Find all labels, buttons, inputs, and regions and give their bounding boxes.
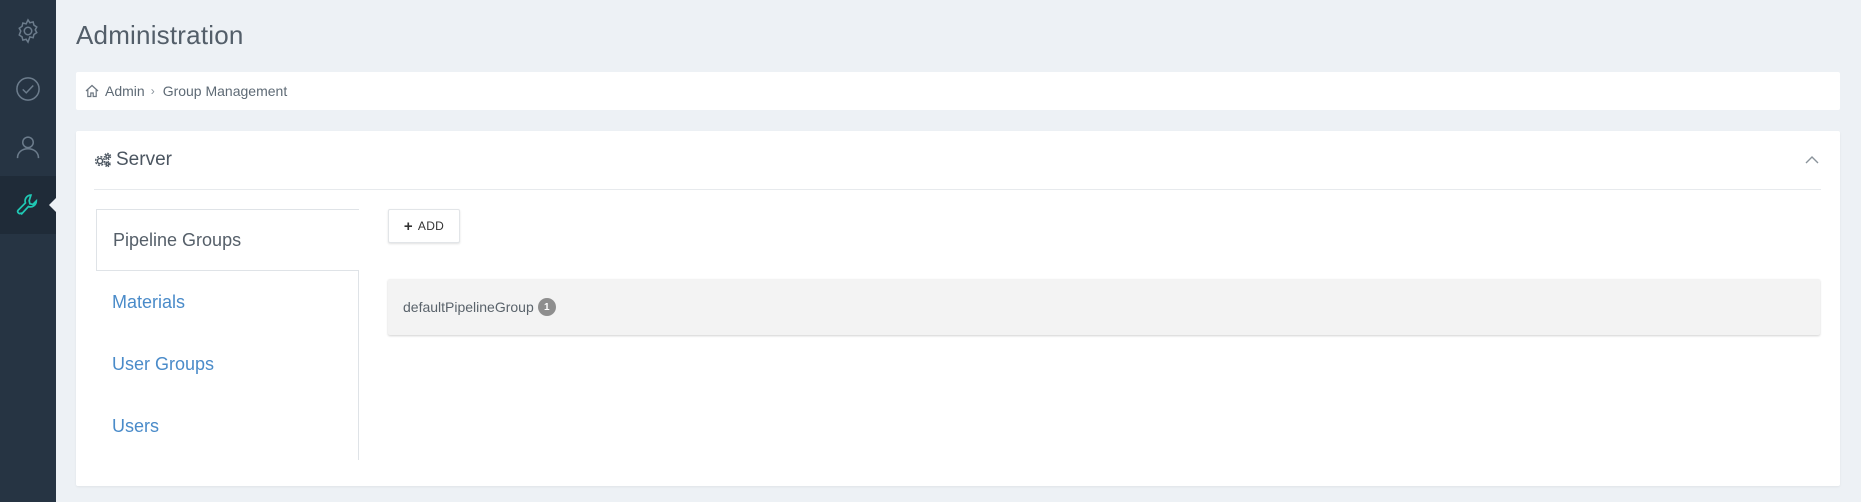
chevron-right-icon: › [150,84,155,98]
pipeline-group-row[interactable]: defaultPipelineGroup 1 [388,279,1820,335]
add-button[interactable]: + ADD [388,209,460,243]
gears-icon [94,152,112,168]
panel-header[interactable]: Server [94,131,1821,190]
server-panel: Server Pipeline Groups Materials User Gr… [76,131,1840,486]
tab-list: Pipeline Groups Materials User Groups Us… [96,209,359,460]
group-name: defaultPipelineGroup [403,299,534,315]
chevron-up-icon[interactable] [1803,151,1821,169]
breadcrumb-admin[interactable]: Admin [105,83,145,99]
breadcrumb-current: Group Management [162,83,288,99]
wrench-icon [16,194,38,216]
home-icon[interactable] [84,83,100,99]
sidebar-item-settings[interactable] [0,2,56,60]
breadcrumb: Admin › Group Management [76,72,1840,110]
sidebar-item-admin[interactable] [0,176,57,234]
tab-pipeline-groups[interactable]: Pipeline Groups [96,209,359,271]
sidebar-item-status[interactable] [0,60,56,118]
panel-title: Server [116,149,172,170]
sidebar-item-user[interactable] [0,118,56,176]
check-circle-icon [16,77,40,101]
gear-icon [18,18,38,44]
group-count-badge: 1 [537,298,556,316]
active-indicator [49,197,57,213]
tab-user-groups[interactable]: User Groups [96,333,358,395]
user-icon [16,136,40,159]
plus-icon: + [403,217,413,235]
add-button-label: ADD [417,219,445,233]
sidebar [0,0,57,502]
tab-users[interactable]: Users [96,395,358,457]
page-title: Administration [76,20,244,50]
tab-materials[interactable]: Materials [96,271,358,333]
